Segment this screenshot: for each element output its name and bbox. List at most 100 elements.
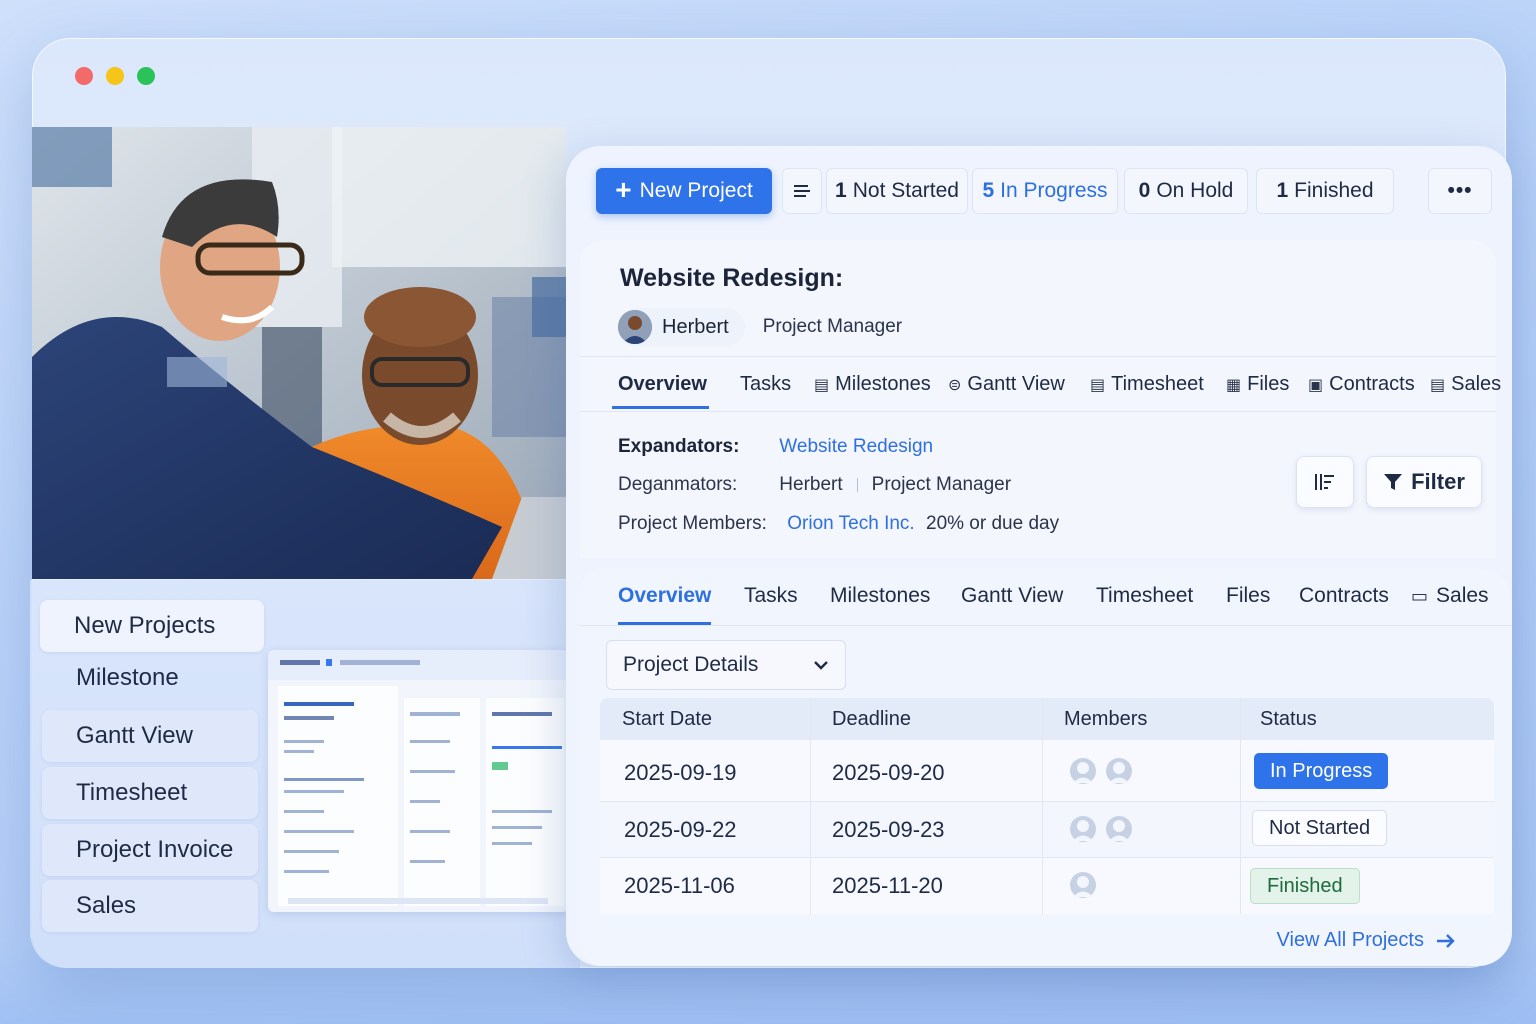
close-window-button[interactable] bbox=[75, 67, 93, 85]
info-row-expandators: Expandators: Website Redesign bbox=[618, 436, 933, 458]
new-project-label: New Project bbox=[639, 179, 753, 202]
member-avatar-icon bbox=[1106, 816, 1132, 842]
column-divider bbox=[1042, 858, 1043, 914]
tab-files[interactable]: ▦ Files bbox=[1226, 373, 1289, 396]
tab-label: Gantt View bbox=[961, 584, 1064, 607]
sales-icon: ▭ bbox=[1411, 585, 1429, 606]
member-avatar-icon bbox=[1070, 758, 1096, 784]
tab-sales[interactable]: ▭ Sales bbox=[1411, 584, 1489, 608]
divider bbox=[856, 477, 858, 492]
column-divider bbox=[1240, 740, 1241, 801]
member-avatar-icon bbox=[1106, 758, 1132, 784]
col-members[interactable]: Members bbox=[1064, 708, 1147, 731]
member-avatars bbox=[1068, 756, 1140, 786]
menu-item-sales[interactable]: Sales bbox=[42, 880, 258, 932]
project-panel: + New Project 1 Not Started 5 In Progress … bbox=[566, 146, 1512, 966]
contracts-icon: ▣ bbox=[1308, 376, 1324, 394]
menu-item-milestone[interactable]: Milestone bbox=[42, 652, 258, 704]
filter-label: Filter bbox=[1411, 469, 1465, 494]
project-link[interactable]: Website Redesign bbox=[779, 436, 933, 457]
menu-label: Sales bbox=[76, 892, 137, 919]
filter-on-hold[interactable]: 0 On Hold bbox=[1124, 168, 1248, 214]
tab-overview[interactable]: Overview bbox=[618, 584, 712, 625]
info-row-deganmators: Deganmators: Herbert Project Manager bbox=[618, 474, 1011, 496]
menu-label: Milestone bbox=[76, 664, 179, 691]
tab-gantt-view[interactable]: ⊜ Gantt View bbox=[948, 373, 1065, 396]
tab-gantt-view[interactable]: Gantt View bbox=[961, 584, 1063, 608]
tab-contracts[interactable]: Contracts bbox=[1299, 584, 1389, 608]
filter-button[interactable]: Filter bbox=[1366, 456, 1482, 508]
menu-item-timesheet[interactable]: Timesheet bbox=[42, 767, 258, 819]
tab-label: Files bbox=[1247, 373, 1290, 395]
tab-timesheet[interactable]: ▤ Timesheet bbox=[1090, 373, 1204, 396]
tab-milestones[interactable]: Milestones bbox=[830, 584, 930, 608]
col-start-date[interactable]: Start Date bbox=[622, 708, 712, 731]
info-role: Project Manager bbox=[871, 474, 1012, 495]
project-manager-row: Herbert Project Manager bbox=[618, 308, 902, 346]
screen-thumbnail bbox=[268, 650, 568, 912]
filter-finished[interactable]: 1 Finished bbox=[1256, 168, 1394, 214]
start-date: 2025-09-22 bbox=[624, 817, 737, 842]
tab-sales[interactable]: ▤ Sales bbox=[1430, 373, 1501, 396]
tab-label: Tasks bbox=[740, 373, 792, 395]
manager-name: Herbert bbox=[662, 315, 729, 338]
list-view-button[interactable] bbox=[782, 168, 822, 214]
company-link[interactable]: Orion Tech Inc. bbox=[787, 513, 914, 534]
maximize-window-button[interactable] bbox=[137, 67, 155, 85]
tab-tasks[interactable]: Tasks bbox=[744, 584, 798, 608]
tab-label: Tasks bbox=[744, 584, 798, 607]
count: 1 bbox=[1276, 179, 1289, 202]
column-divider bbox=[1042, 740, 1043, 801]
project-tabs-top: Overview Tasks ▤ Milestones ⊜ Gantt View ▤… bbox=[580, 356, 1501, 412]
menu-item-gantt-view[interactable]: Gantt View bbox=[42, 710, 258, 762]
menu-item-project-invoice[interactable]: Project Invoice bbox=[42, 824, 258, 876]
project-tabs-bottom: Overview Tasks Milestones Gantt View Tim… bbox=[580, 568, 1512, 626]
tab-label: Sales bbox=[1451, 373, 1502, 395]
arrow-right-icon bbox=[1437, 933, 1455, 948]
more-options-button[interactable]: ••• bbox=[1428, 168, 1492, 214]
menu-item-new-projects[interactable]: New Projects bbox=[40, 600, 264, 652]
count: 5 bbox=[982, 179, 995, 202]
table-row[interactable]: 2025-09-19 2025-09-20 In Progress bbox=[600, 740, 1494, 802]
tab-label: Overview bbox=[618, 584, 712, 607]
project-overview-card: Website Redesign: Herbert Project Manage… bbox=[580, 240, 1501, 558]
menu-label: Timesheet bbox=[76, 779, 188, 806]
info-label: Expandators: bbox=[618, 436, 740, 457]
timesheet-icon: ▤ bbox=[1090, 376, 1106, 394]
col-deadline[interactable]: Deadline bbox=[832, 708, 911, 731]
columns-button[interactable] bbox=[1296, 456, 1354, 508]
tab-label: Contracts bbox=[1329, 373, 1415, 395]
tab-label: Gantt View bbox=[967, 373, 1065, 395]
view-all-projects-link[interactable]: View All Projects bbox=[1277, 929, 1456, 952]
table-row[interactable]: 2025-09-22 2025-09-23 Not Started bbox=[600, 802, 1494, 858]
filter-label: In Progress bbox=[1000, 179, 1108, 202]
filter-not-started[interactable]: 1 Not Started bbox=[826, 168, 968, 214]
tab-overview[interactable]: Overview bbox=[612, 373, 709, 409]
column-divider bbox=[810, 858, 811, 914]
table-row[interactable]: 2025-11-06 2025-11-20 Finished bbox=[600, 858, 1494, 914]
column-divider bbox=[1240, 802, 1241, 857]
column-divider bbox=[810, 698, 811, 740]
filter-in-progress[interactable]: 5 In Progress bbox=[972, 168, 1118, 214]
manager-chip[interactable]: Herbert bbox=[618, 308, 745, 346]
tab-timesheet[interactable]: Timesheet bbox=[1096, 584, 1193, 608]
table-header: Start Date Deadline Members Status bbox=[600, 698, 1494, 740]
col-status[interactable]: Status bbox=[1260, 708, 1317, 731]
gantt-icon: ⊜ bbox=[948, 376, 962, 394]
project-details-select[interactable]: Project Details bbox=[606, 640, 846, 690]
new-project-button[interactable]: + New Project bbox=[596, 168, 772, 214]
tab-files[interactable]: Files bbox=[1226, 584, 1270, 608]
column-divider bbox=[1042, 698, 1043, 740]
tab-milestones[interactable]: ▤ Milestones bbox=[814, 373, 931, 396]
minimize-window-button[interactable] bbox=[106, 67, 124, 85]
status-text: Not Started bbox=[1269, 816, 1371, 839]
deadline: 2025-09-23 bbox=[832, 817, 945, 842]
view-all-label: View All Projects bbox=[1276, 929, 1424, 951]
tab-label: Files bbox=[1226, 584, 1271, 607]
filter-label: Not Started bbox=[852, 179, 959, 202]
count: 0 bbox=[1138, 179, 1151, 202]
tab-tasks[interactable]: Tasks bbox=[740, 373, 791, 396]
tab-contracts[interactable]: ▣ Contracts bbox=[1308, 373, 1415, 396]
info-label: Project Members: bbox=[618, 513, 767, 534]
column-divider bbox=[1240, 858, 1241, 914]
